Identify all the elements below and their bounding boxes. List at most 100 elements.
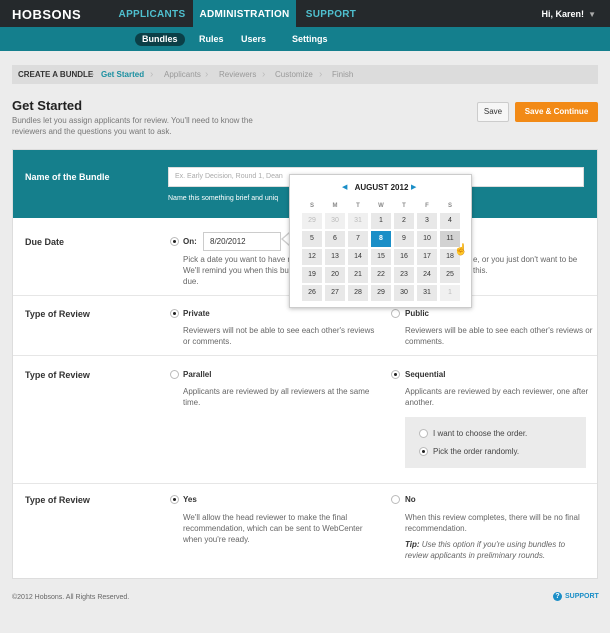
final-no-description: When this review completes, there will b…	[405, 513, 580, 533]
order-options-box: I want to choose the order. Pick the ord…	[405, 417, 586, 468]
nav-administration[interactable]: ADMINISTRATION	[193, 0, 296, 27]
save-continue-button[interactable]: Save & Continue	[515, 102, 598, 122]
copyright: ©2012 Hobsons. All Rights Reserved.	[12, 594, 130, 601]
save-button[interactable]: Save	[477, 102, 509, 122]
subnav-users[interactable]: Users	[234, 33, 273, 46]
calendar-day[interactable]: 6	[325, 231, 345, 247]
due-date-input[interactable]: 8/20/2012	[203, 232, 281, 251]
calendar-day[interactable]: 26	[302, 285, 322, 301]
calendar-day[interactable]: 4	[440, 213, 460, 229]
calendar-day[interactable]: 27	[325, 285, 345, 301]
breadcrumb-finish[interactable]: Finish	[332, 65, 353, 84]
calendar-day[interactable]: 10	[417, 231, 437, 247]
choose-order-radio[interactable]	[419, 429, 428, 438]
calendar-day[interactable]: 13	[325, 249, 345, 265]
breadcrumb-get-started[interactable]: Get Started	[101, 65, 144, 84]
chevron-down-icon[interactable]: ▼	[588, 10, 596, 19]
calendar-day[interactable]: 29	[302, 213, 322, 229]
calendar-day[interactable]: 31	[417, 285, 437, 301]
random-order-label: Pick the order randomly.	[433, 447, 520, 456]
divider	[13, 355, 597, 356]
subnav-rules[interactable]: Rules	[192, 33, 231, 46]
final-yes-description: We'll allow the head reviewer to make th…	[183, 513, 363, 544]
calendar-dow: S	[309, 203, 314, 209]
calendar-day[interactable]: 25	[440, 267, 460, 283]
private-description: Reviewers will not be able to see each o…	[183, 326, 375, 346]
calendar-day[interactable]: 23	[394, 267, 414, 283]
public-radio[interactable]	[391, 309, 400, 318]
calendar-day[interactable]: 1	[371, 213, 391, 229]
calendar-day[interactable]: 5	[302, 231, 322, 247]
nav-applicants[interactable]: APPLICANTS	[112, 0, 192, 27]
chevron-right-icon: ›	[205, 69, 209, 80]
final-no-radio[interactable]	[391, 495, 400, 504]
calendar-dow: T	[356, 203, 360, 209]
calendar-day[interactable]: 20	[325, 267, 345, 283]
calendar-day-selected[interactable]: 8	[371, 231, 391, 247]
due-date-on-label: On:	[183, 237, 197, 246]
public-description: Reviewers will be able to see each other…	[405, 326, 593, 346]
due-date-description: Pick a date you want to have r We'll rem…	[183, 255, 290, 286]
calendar-dow: S	[447, 203, 452, 209]
private-label: Private	[183, 309, 210, 318]
calendar-day[interactable]: 7	[348, 231, 368, 247]
choose-order-label: I want to choose the order.	[433, 429, 528, 438]
page-description: Bundles let you assign applicants for re…	[12, 116, 253, 136]
tip-body: Use this option if you're using bundles …	[405, 540, 566, 560]
breadcrumb-applicants[interactable]: Applicants	[164, 65, 201, 84]
calendar-day[interactable]: 19	[302, 267, 322, 283]
final-yes-radio[interactable]	[170, 495, 179, 504]
calendar-dow: T	[402, 203, 406, 209]
breadcrumb-customize[interactable]: Customize	[275, 65, 313, 84]
private-radio[interactable]	[170, 309, 179, 318]
parallel-label: Parallel	[183, 370, 212, 379]
divider	[13, 483, 597, 484]
logo: HOBSONS	[12, 7, 82, 22]
subnav-settings[interactable]: Settings	[285, 33, 335, 46]
calendar-day[interactable]: 15	[371, 249, 391, 265]
chevron-right-icon: ›	[91, 69, 95, 80]
help-icon: ?	[553, 592, 562, 601]
random-order-radio[interactable]	[419, 447, 428, 456]
calendar-day[interactable]: 24	[417, 267, 437, 283]
date-picker: ◀ AUGUST 2012 ▶ S M T W T F S 29 30 31 1…	[289, 174, 472, 308]
calendar-dow: W	[378, 203, 384, 209]
calendar-day[interactable]: 12	[302, 249, 322, 265]
calendar-day[interactable]: 17	[417, 249, 437, 265]
calendar-day[interactable]: 21	[348, 267, 368, 283]
calendar-day[interactable]: 9	[394, 231, 414, 247]
breadcrumb-create-bundle: CREATE A BUNDLE	[18, 70, 94, 79]
calendar-day[interactable]: 2	[394, 213, 414, 229]
subnav-bundles[interactable]: Bundles	[135, 33, 185, 46]
nav-support[interactable]: SUPPORT	[298, 0, 364, 27]
support-link[interactable]: ? SUPPORT	[553, 592, 599, 601]
calendar-day[interactable]: 30	[325, 213, 345, 229]
parallel-radio[interactable]	[170, 370, 179, 379]
bundle-name-hint: Name this something brief and uniq	[168, 195, 279, 202]
top-bar: HOBSONS APPLICANTS ADMINISTRATION SUPPOR…	[0, 0, 610, 27]
support-label: SUPPORT	[565, 593, 599, 600]
chevron-right-icon: ›	[319, 69, 323, 80]
calendar-day[interactable]: 30	[394, 285, 414, 301]
calendar-day[interactable]: 28	[348, 285, 368, 301]
breadcrumb-reviewers[interactable]: Reviewers	[219, 65, 256, 84]
calendar-day[interactable]: 16	[394, 249, 414, 265]
calendar-day[interactable]: 3	[417, 213, 437, 229]
page-title: Get Started	[12, 98, 83, 113]
next-month-icon[interactable]: ▶	[411, 183, 416, 191]
tip-text: Tip: Use this option if you're using bun…	[405, 539, 585, 561]
calendar-day[interactable]: 31	[348, 213, 368, 229]
final-no-label: No	[405, 495, 416, 504]
final-yes-label: Yes	[183, 495, 197, 504]
sequential-label: Sequential	[405, 370, 446, 379]
calendar-day[interactable]: 29	[371, 285, 391, 301]
calendar-month: AUGUST 2012	[354, 183, 409, 192]
public-label: Public	[405, 309, 430, 318]
calendar-day[interactable]: 22	[371, 267, 391, 283]
calendar-day[interactable]: 1	[440, 285, 460, 301]
user-menu[interactable]: Hi, Karen!	[541, 9, 584, 19]
calendar-day[interactable]: 14	[348, 249, 368, 265]
hand-cursor-icon: ☝	[454, 244, 468, 256]
due-date-on-radio[interactable]	[170, 237, 179, 246]
sequential-radio[interactable]	[391, 370, 400, 379]
